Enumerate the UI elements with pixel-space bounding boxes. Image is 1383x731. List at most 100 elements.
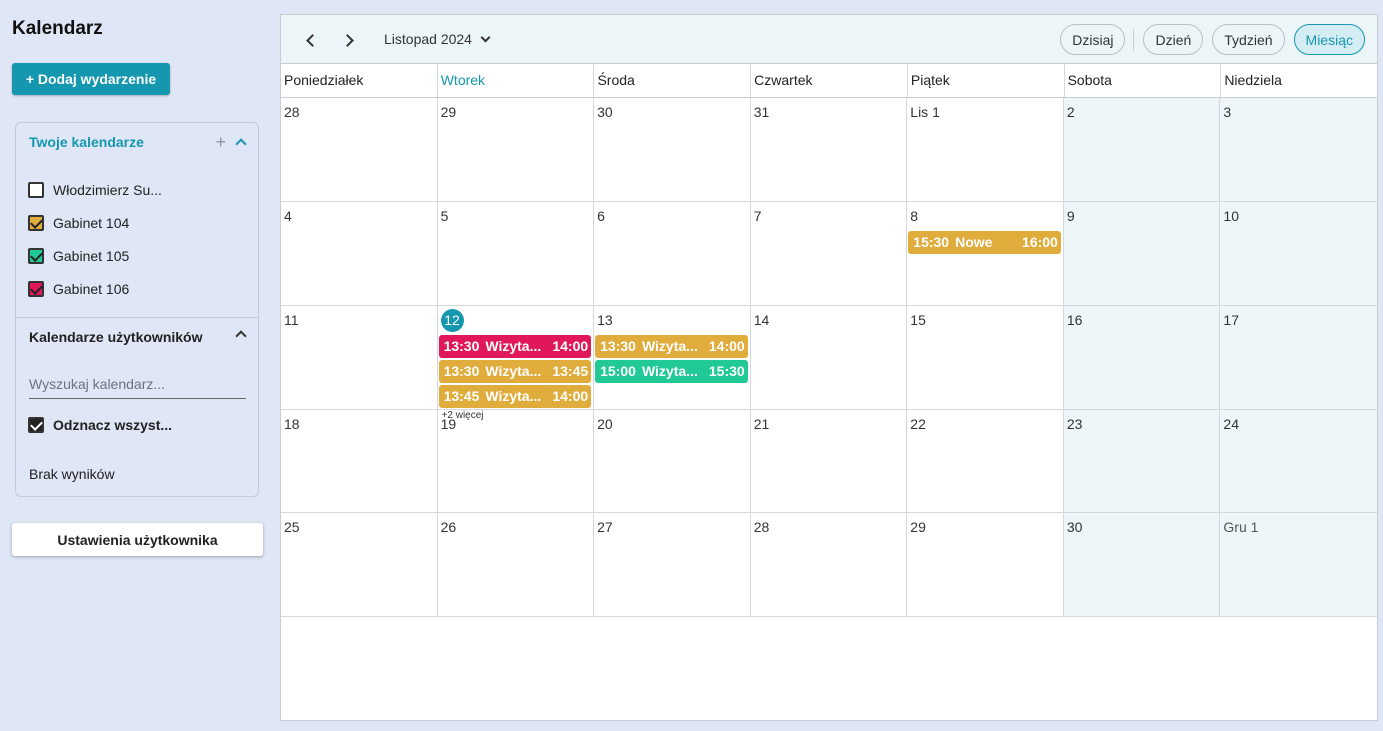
day-number: 29 bbox=[910, 519, 926, 536]
today-button[interactable]: Dzisiaj bbox=[1060, 24, 1126, 55]
checkbox[interactable] bbox=[28, 214, 44, 231]
day-cell[interactable]: 2 bbox=[1063, 98, 1221, 202]
search-calendar-input[interactable] bbox=[29, 369, 246, 399]
day-number: 31 bbox=[753, 104, 770, 120]
day-cell[interactable]: 13 13:30 Wizyta... 14:00 15:00 Wizyta... 15:30 bbox=[594, 305, 751, 410]
event-title: Wizyta... bbox=[641, 338, 698, 355]
day-number: 13 bbox=[597, 311, 613, 328]
day-cell[interactable]: 4 bbox=[281, 201, 438, 306]
day-number: 25 bbox=[284, 519, 300, 536]
day-cell[interactable]: 30 bbox=[1063, 513, 1221, 618]
toolbar-separator bbox=[1133, 28, 1135, 51]
day-number: 8 bbox=[910, 207, 919, 224]
day-cell[interactable]: 24 bbox=[1220, 409, 1377, 514]
calendar-event[interactable]: 13:30 Wizyta... 13:45 bbox=[438, 359, 592, 383]
weekday-label: Czwartek bbox=[751, 64, 908, 97]
day-number: 30 bbox=[1066, 519, 1083, 536]
event-end-time: 14:00 bbox=[552, 388, 589, 405]
day-cell[interactable]: 29 bbox=[437, 98, 595, 202]
month-picker[interactable]: Listopad 2024 bbox=[384, 31, 490, 47]
day-number: 21 bbox=[753, 415, 770, 432]
day-cell[interactable]: 20 bbox=[594, 409, 751, 514]
calendar-event[interactable]: 15:30 Nowe 16:00 bbox=[908, 230, 1061, 254]
day-number: Gru 1 bbox=[1223, 519, 1259, 536]
day-cell[interactable]: 28 bbox=[750, 513, 908, 618]
next-month-button[interactable] bbox=[337, 28, 361, 52]
calendar-item-label: Gabinet 105 bbox=[53, 247, 130, 264]
day-number: 15 bbox=[910, 311, 926, 328]
day-cell[interactable]: 16 bbox=[1063, 305, 1221, 410]
day-cell[interactable]: 21 bbox=[750, 409, 908, 514]
calendar-item[interactable]: Gabinet 105 bbox=[28, 239, 162, 272]
day-cell[interactable]: Gru 1 bbox=[1220, 513, 1377, 618]
event-end-time: 14:00 bbox=[552, 338, 589, 355]
day-number: 9 bbox=[1066, 207, 1075, 224]
previous-month-button[interactable] bbox=[298, 28, 322, 52]
day-cell[interactable]: 8 15:30 Nowe 16:00 bbox=[907, 201, 1064, 306]
user-calendars-heading[interactable]: Kalendarze użytkowników bbox=[29, 329, 202, 345]
chevron-up-icon[interactable] bbox=[234, 328, 246, 340]
day-cell[interactable]: 28 bbox=[281, 98, 438, 202]
day-cell[interactable]: 5 bbox=[437, 201, 595, 306]
event-end-time: 15:30 bbox=[708, 363, 745, 380]
calendar-item-label: Gabinet 104 bbox=[53, 214, 130, 231]
event-start-time: 13:30 bbox=[443, 338, 480, 355]
day-cell[interactable]: 10 bbox=[1220, 201, 1377, 306]
weekday-label: Wtorek bbox=[438, 64, 595, 97]
select-all-checkbox[interactable]: Odznacz wszyst... bbox=[28, 417, 172, 433]
day-cell[interactable]: Lis 1 bbox=[907, 98, 1064, 202]
view-month-button[interactable]: Miesiąc bbox=[1293, 24, 1365, 55]
plus-icon[interactable]: + bbox=[215, 133, 226, 151]
day-cell[interactable]: 31 bbox=[750, 98, 908, 202]
day-cell[interactable]: 23 bbox=[1063, 409, 1221, 514]
add-event-button[interactable]: + Dodaj wydarzenie bbox=[12, 63, 170, 95]
day-cell[interactable]: 7 bbox=[750, 201, 908, 306]
day-number: 18 bbox=[284, 415, 300, 432]
day-number: 26 bbox=[440, 519, 457, 536]
day-cell[interactable]: 22 bbox=[907, 409, 1064, 514]
calendar-event[interactable]: 13:45 Wizyta... 14:00 bbox=[438, 384, 592, 408]
checkbox[interactable] bbox=[28, 181, 44, 198]
day-cell[interactable]: 17 bbox=[1220, 305, 1377, 410]
day-cell[interactable]: 15 bbox=[907, 305, 1064, 410]
calendar-event[interactable]: 15:00 Wizyta... 15:30 bbox=[595, 359, 748, 383]
day-cell[interactable]: 29 bbox=[907, 513, 1064, 618]
month-grid: 28 29 30 31 Lis 1 2 3 4 5 6 7 8 15:30 Nowe 16:00 9 10 11 1… bbox=[281, 98, 1377, 721]
day-number: 14 bbox=[753, 311, 770, 328]
calendar-item-label: Włodzimierz Su... bbox=[53, 181, 162, 198]
day-number: 28 bbox=[284, 104, 300, 120]
user-settings-button[interactable]: Ustawienia użytkownika bbox=[12, 523, 263, 556]
day-cell[interactable]: 14 bbox=[750, 305, 908, 410]
day-cell[interactable]: 19 bbox=[437, 409, 595, 514]
calendar-event[interactable]: 13:30 Wizyta... 14:00 bbox=[595, 334, 748, 358]
checkbox[interactable] bbox=[28, 417, 44, 433]
day-cell[interactable]: 9 bbox=[1063, 201, 1221, 306]
day-cell[interactable]: 11 bbox=[281, 305, 438, 410]
calendar-event[interactable]: 13:30 Wizyta... 14:00 bbox=[438, 334, 592, 358]
event-start-time: 13:30 bbox=[600, 338, 636, 355]
day-number: 5 bbox=[440, 207, 449, 224]
day-number: 19 bbox=[440, 415, 457, 432]
calendar-item[interactable]: Gabinet 106 bbox=[28, 272, 162, 305]
event-title: Wizyta... bbox=[485, 388, 542, 405]
day-cell[interactable]: 26 bbox=[437, 513, 595, 618]
weekday-label: Środa bbox=[594, 64, 752, 97]
view-week-button[interactable]: Tydzień bbox=[1212, 24, 1285, 55]
calendar-item[interactable]: Włodzimierz Su... bbox=[28, 173, 162, 206]
checkbox[interactable] bbox=[28, 280, 44, 297]
checkbox[interactable] bbox=[28, 247, 44, 264]
your-calendars-heading[interactable]: Twoje kalendarze bbox=[29, 134, 144, 150]
view-day-button[interactable]: Dzień bbox=[1143, 24, 1204, 55]
day-cell[interactable]: 12 13:30 Wizyta... 14:00 13:30 Wizyta... 13:45… bbox=[437, 305, 595, 421]
day-cell[interactable]: 25 bbox=[281, 513, 438, 618]
day-cell[interactable]: 30 bbox=[594, 98, 751, 202]
chevron-up-icon[interactable] bbox=[234, 136, 246, 148]
day-number: 22 bbox=[910, 415, 926, 432]
day-cell[interactable]: 6 bbox=[594, 201, 751, 306]
day-cell[interactable]: 18 bbox=[281, 409, 438, 514]
event-title: Wizyta... bbox=[485, 338, 542, 355]
day-cell[interactable]: 3 bbox=[1220, 98, 1377, 202]
event-end-time: 13:45 bbox=[552, 363, 589, 380]
day-cell[interactable]: 27 bbox=[594, 513, 751, 618]
calendar-item[interactable]: Gabinet 104 bbox=[28, 206, 162, 239]
